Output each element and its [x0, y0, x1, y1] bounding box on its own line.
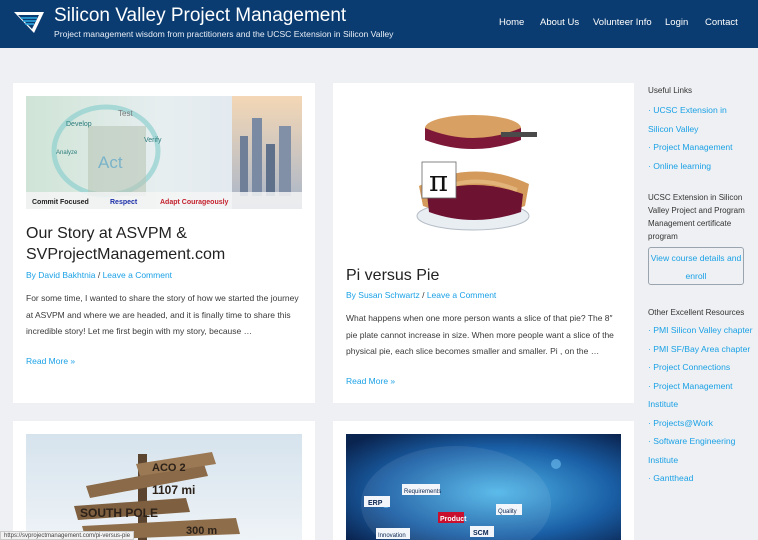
image-word: Analyze: [56, 150, 78, 156]
read-more-link[interactable]: Read More »: [346, 376, 395, 386]
sign-text: 300 m: [186, 525, 217, 537]
sidebar-link-pmi-sf-bay[interactable]: · PMI SF/Bay Area chapter: [648, 340, 754, 359]
image-word: Requirements: [404, 489, 441, 495]
sidebar-link-pmi-institute[interactable]: · Project Management Institute: [648, 377, 754, 414]
nav-contact[interactable]: Contact: [705, 17, 738, 28]
leave-comment-link[interactable]: Leave a Comment: [103, 270, 172, 280]
post-featured-image[interactable]: ACO 2 SOUTH POLE 1107 mi 300 m: [26, 434, 302, 540]
post-card: ERP Product SCM Quality Innovation Requi…: [333, 421, 634, 540]
meta-separator: /: [97, 270, 101, 280]
image-word: Test: [118, 109, 133, 118]
image-word: ERP: [368, 500, 383, 507]
post-excerpt: For some time, I wanted to share the sto…: [26, 293, 299, 336]
sign-text: SOUTH POLE: [80, 506, 158, 520]
image-word: Quality: [498, 509, 517, 515]
sidebar-link-sei[interactable]: · Software Engineering Institute: [648, 432, 754, 469]
view-course-details-button[interactable]: View course details and enroll: [648, 247, 744, 285]
post-card: π Pi versus Pie By Susan Schwartz / Leav…: [333, 83, 634, 403]
post-meta: By David Bakhtnia / Leave a Comment: [26, 270, 172, 280]
post-meta: By Susan Schwartz / Leave a Comment: [346, 290, 496, 300]
nav-login[interactable]: Login: [665, 17, 688, 28]
nav-volunteer-info[interactable]: Volunteer Info: [593, 17, 652, 28]
ucsc-certificate-text: UCSC Extension in Silicon Valley Project…: [648, 193, 745, 241]
site-logo-icon[interactable]: [12, 9, 46, 37]
sidebar-link-gantthead[interactable]: · Gantthead: [648, 469, 754, 488]
post-featured-image[interactable]: Develop Test Verify Analyze Act Commit F…: [26, 96, 302, 209]
post-author-link[interactable]: By Susan Schwartz: [346, 290, 420, 300]
site-title[interactable]: Silicon Valley Project Management: [54, 5, 346, 27]
sidebar-link-pmi-silicon-valley[interactable]: · PMI Silicon Valley chapter: [648, 321, 754, 340]
post-title[interactable]: Pi versus Pie: [346, 265, 626, 286]
post-excerpt: What happens when one more person wants …: [346, 313, 614, 356]
sidebar-link-projects-at-work[interactable]: · Projects@Work: [648, 414, 754, 433]
nav-about-us[interactable]: About Us: [540, 17, 579, 28]
useful-links-heading: Useful Links: [648, 86, 693, 95]
site-tagline: Project management wisdom from practitio…: [54, 29, 394, 39]
site-header: Silicon Valley Project Management Projec…: [0, 0, 758, 48]
post-featured-image[interactable]: ERP Product SCM Quality Innovation Requi…: [346, 434, 621, 540]
read-more-link[interactable]: Read More »: [26, 356, 75, 366]
post-title[interactable]: Our Story at ASVPM & SVProjectManagement…: [26, 223, 306, 265]
meta-separator: /: [422, 290, 425, 300]
post-card: Develop Test Verify Analyze Act Commit F…: [13, 83, 315, 403]
sidebar-link-online-learning[interactable]: · Online learning: [648, 157, 754, 176]
pi-symbol: π: [429, 164, 448, 198]
image-label: Commit Focused: [32, 199, 89, 206]
image-word: Innovation: [378, 533, 406, 539]
post-featured-image[interactable]: π: [413, 96, 541, 238]
image-word: Product: [440, 516, 467, 523]
nav-home[interactable]: Home: [499, 17, 524, 28]
sign-text: 1107 mi: [152, 483, 195, 497]
sidebar-link-ucsc-extension[interactable]: · UCSC Extension in Silicon Valley: [648, 101, 754, 138]
post-card: ACO 2 SOUTH POLE 1107 mi 300 m: [13, 421, 315, 540]
browser-status-url: https://svprojectmanagement.com/pi-versu…: [0, 531, 135, 540]
leave-comment-link[interactable]: Leave a Comment: [427, 290, 496, 300]
sidebar-link-project-management[interactable]: · Project Management: [648, 138, 754, 157]
image-word: SCM: [473, 530, 489, 537]
sidebar-link-project-connections[interactable]: · Project Connections: [648, 358, 754, 377]
image-word: Verify: [144, 137, 162, 144]
sidebar: Useful Links · UCSC Extension in Silicon…: [648, 84, 754, 488]
image-label: Adapt Courageously: [160, 199, 229, 206]
other-resources-heading: Other Excellent Resources: [648, 308, 745, 317]
sign-text: ACO 2: [152, 462, 186, 474]
post-author-link[interactable]: By David Bakhtnia: [26, 270, 95, 280]
image-label: Respect: [110, 199, 138, 206]
image-word: Develop: [66, 121, 92, 128]
image-word: Act: [98, 153, 123, 172]
